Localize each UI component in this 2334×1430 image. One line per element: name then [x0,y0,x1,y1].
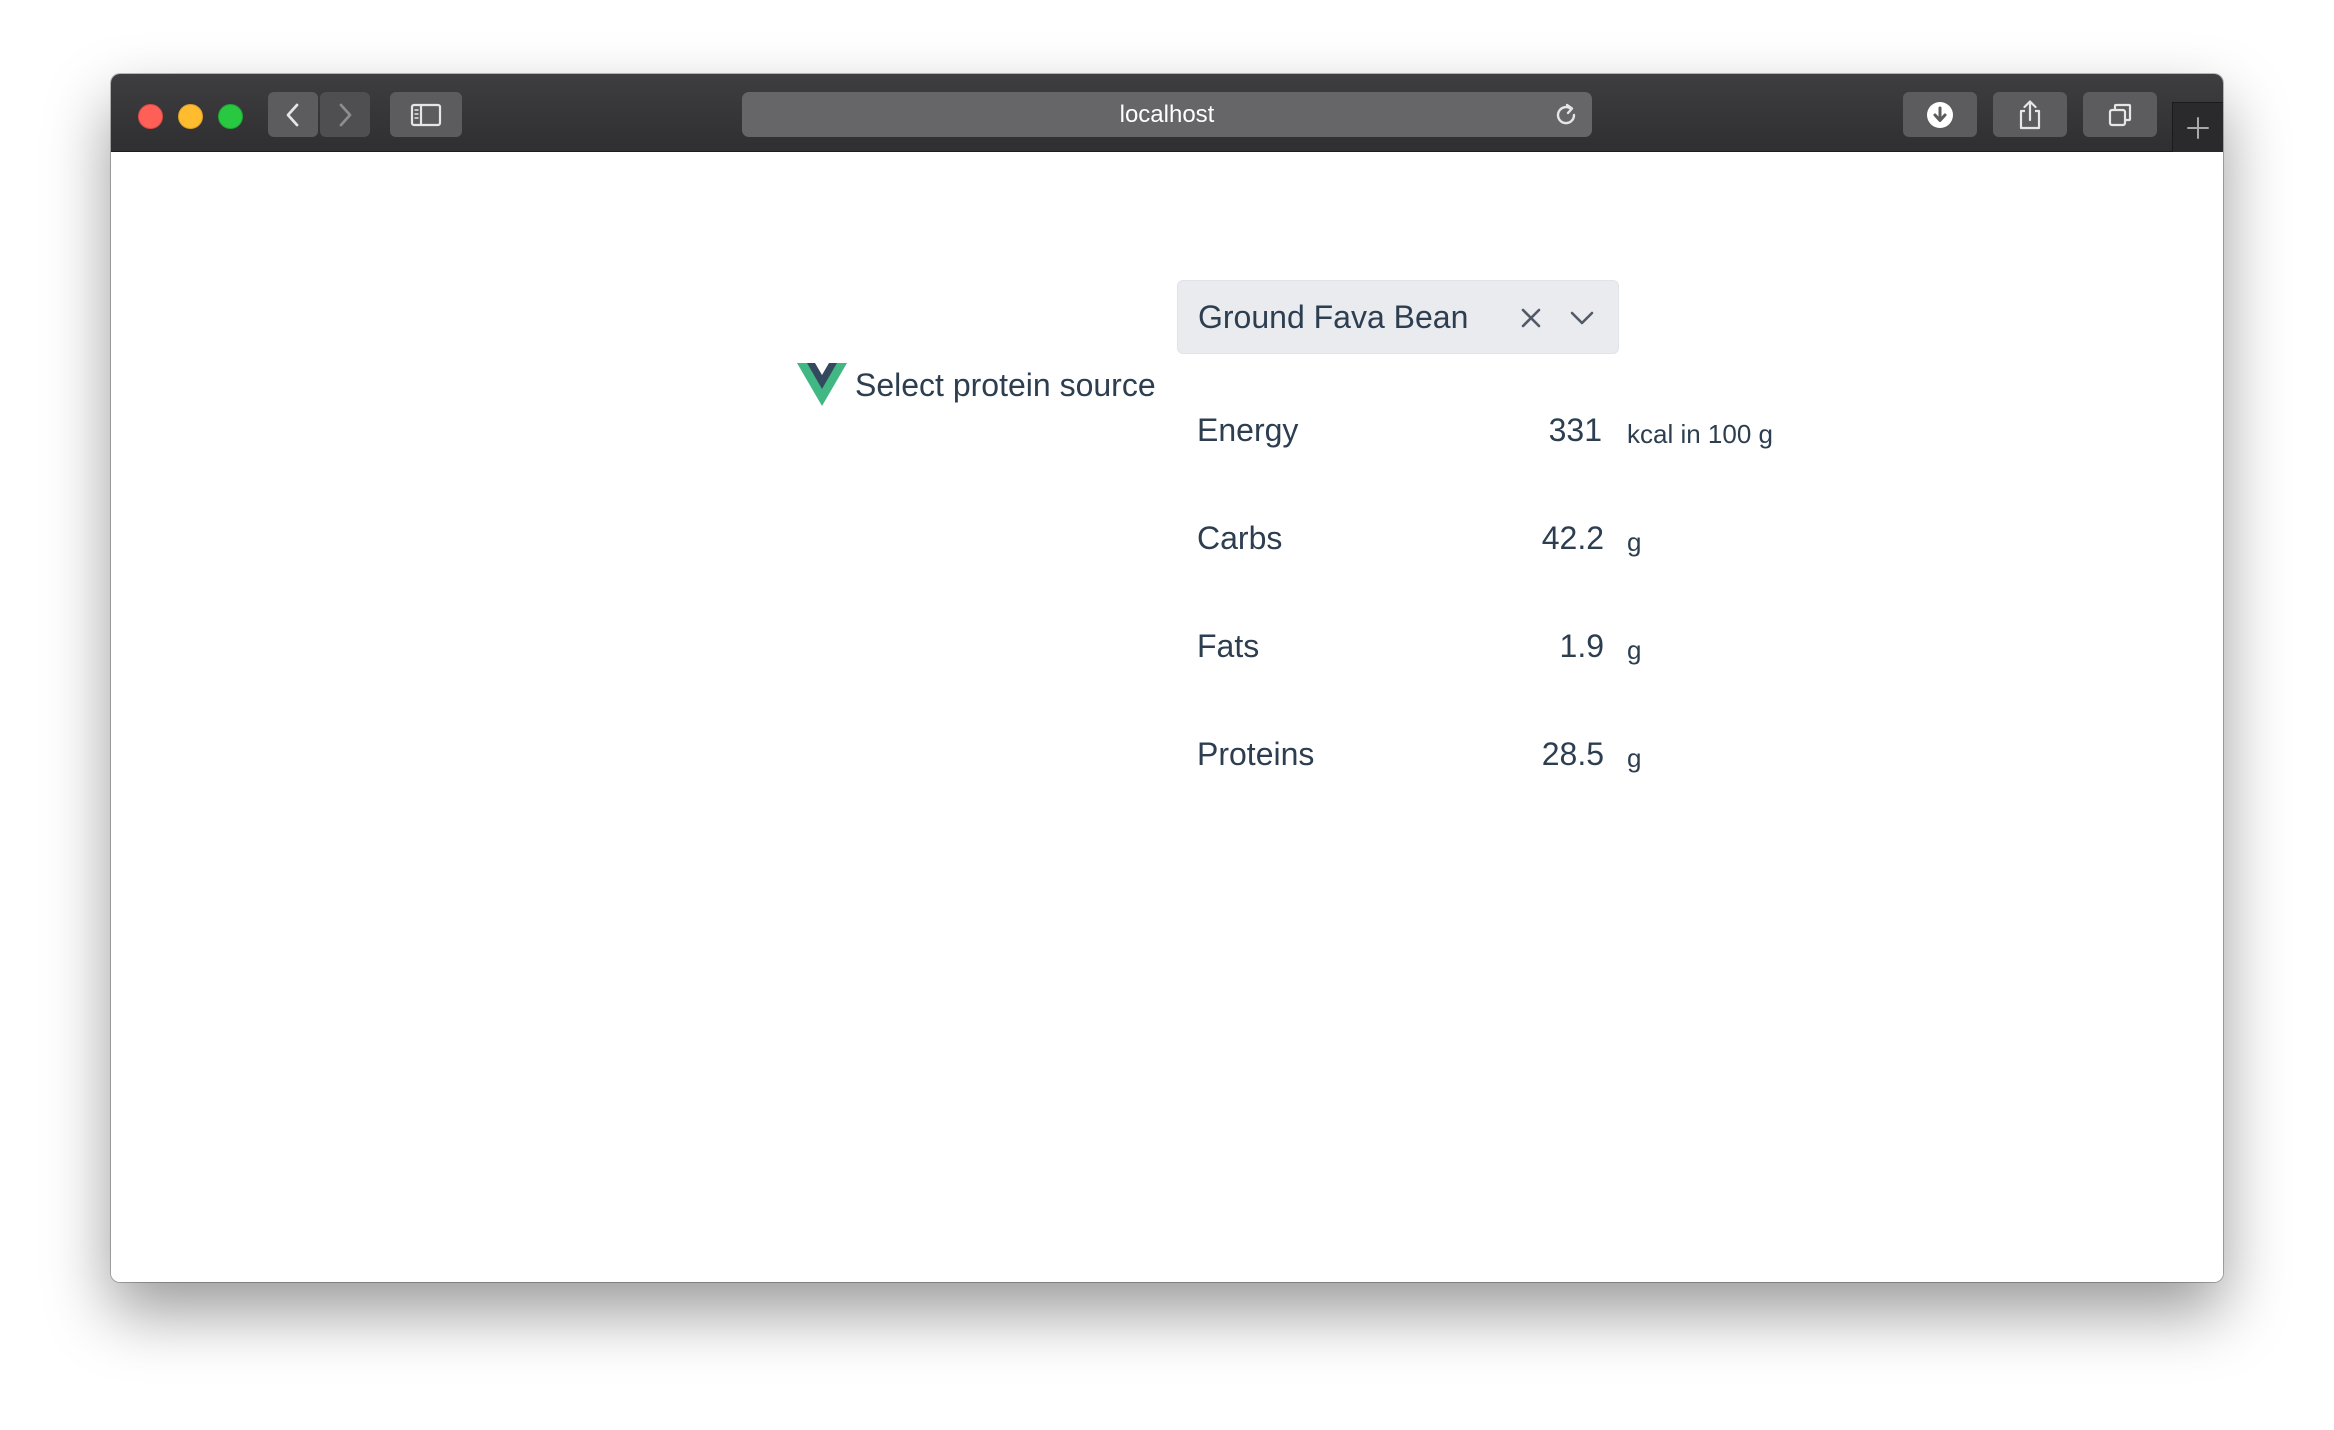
new-tab-button[interactable] [2172,102,2223,152]
show-tabs-button[interactable] [2083,92,2157,137]
browser-window: localhost Select protein source [111,74,2223,1282]
close-window-button[interactable] [138,104,163,129]
share-button[interactable] [1993,92,2067,137]
selected-value: Ground Fava Bean [1198,299,1469,335]
nutrient-name: Fats [1197,628,1260,664]
tabs-icon [2108,103,2132,126]
sidebar-button[interactable] [390,92,462,137]
nutrient-row-carbs: Carbs 42.2 g [1197,513,1797,563]
address-bar-text: localhost [1119,101,1215,128]
nutrient-value: 1.9 [1559,628,1604,664]
nutrient-value: 42.2 [1541,520,1604,556]
chevron-down-icon[interactable] [1568,305,1596,331]
page-content: Select protein source [111,152,2223,1282]
nutrient-name: Energy [1197,412,1299,448]
minimize-window-button[interactable] [178,104,203,129]
chevron-right-icon [339,103,352,126]
download-icon [1927,101,1953,128]
vue-logo-icon [797,363,847,406]
select-label-row: Select protein source [797,363,1156,407]
browser-toolbar: localhost [111,74,2223,152]
reload-icon[interactable] [1552,101,1580,129]
nutrient-unit: g [1627,527,1642,557]
nutrient-unit: g [1627,743,1642,773]
select-label: Select protein source [855,367,1156,403]
nutrient-value: 331 [1548,412,1602,448]
share-icon [2019,99,2041,129]
nutrient-value: 28.5 [1541,736,1604,772]
sidebar-icon [410,103,442,126]
plus-icon [2187,116,2209,139]
chevron-left-icon [286,103,299,126]
forward-button[interactable] [320,92,370,137]
protein-source-select[interactable]: Ground Fava Bean [1177,280,1619,354]
nutrient-unit: kcal in 100 g [1627,419,1773,449]
nutrient-row-fats: Fats 1.9 g [1197,621,1797,671]
nutrient-name: Carbs [1197,520,1283,556]
nutrient-name: Proteins [1197,736,1315,772]
address-bar[interactable]: localhost [742,92,1592,137]
clear-icon[interactable] [1518,305,1544,331]
nutrient-unit: g [1627,635,1642,665]
nutrient-row-energy: Energy 331 kcal in 100 g [1197,405,1797,455]
nutrient-row-proteins: Proteins 28.5 g [1197,729,1797,779]
back-button[interactable] [268,92,318,137]
zoom-window-button[interactable] [218,104,243,129]
downloads-button[interactable] [1903,92,1977,137]
